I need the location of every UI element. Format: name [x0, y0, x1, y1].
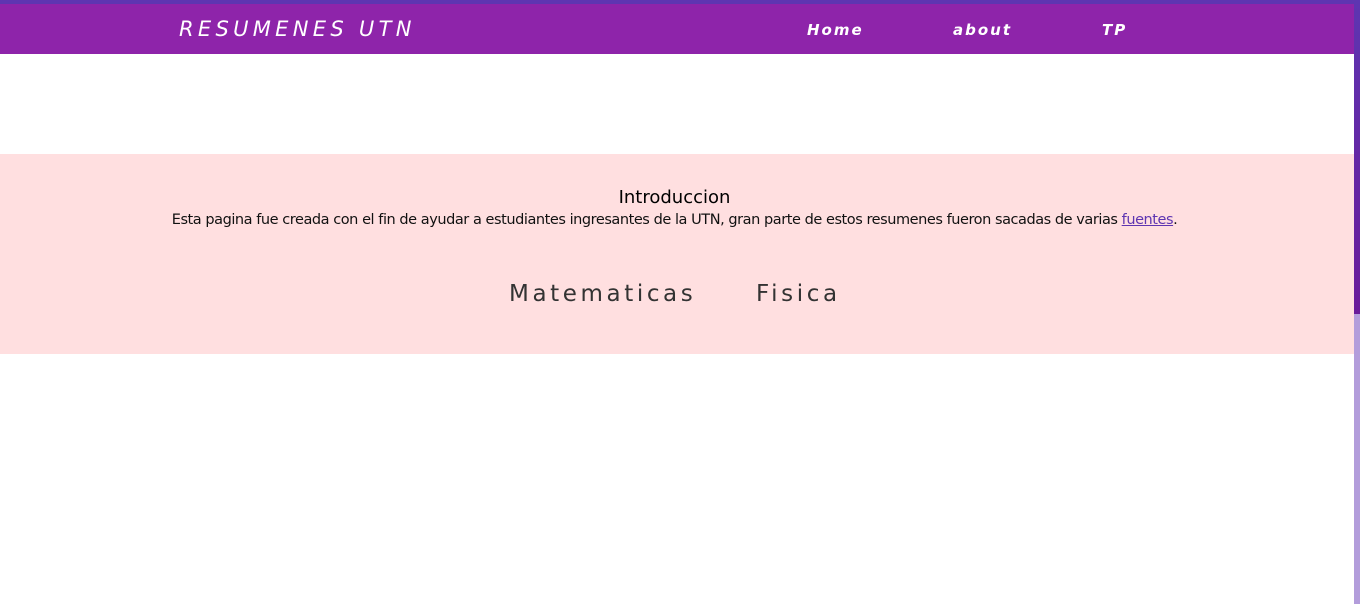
- nav-link-home[interactable]: Home: [807, 21, 864, 39]
- intro-text-before-link: Esta pagina fue creada con el fin de ayu…: [171, 212, 1122, 228]
- intro-section: Introduccion Esta pagina fue creada con …: [0, 154, 1354, 354]
- subject-link-fisica[interactable]: Fisica: [756, 280, 841, 308]
- brand-logo-link[interactable]: RESUMENES UTN: [179, 17, 416, 41]
- page: RESUMENES UTN Home about TP Introduccion…: [0, 0, 1360, 604]
- intro-text-after-link: .: [1173, 212, 1178, 228]
- intro-title: Introduccion: [618, 187, 731, 208]
- scrollbar-thumb[interactable]: [1354, 4, 1360, 314]
- nav-link-about[interactable]: about: [953, 21, 1012, 39]
- intro-paragraph: Esta pagina fue creada con el fin de ayu…: [0, 210, 1349, 230]
- navbar: RESUMENES UTN Home about TP: [0, 4, 1354, 54]
- subject-link-matematicas[interactable]: Matematicas: [509, 280, 696, 308]
- scrollbar-track-lower: [1354, 314, 1360, 604]
- nav-link-tp[interactable]: TP: [1102, 21, 1127, 39]
- sources-link[interactable]: fuentes: [1122, 212, 1174, 228]
- scrollbar[interactable]: [1354, 4, 1360, 604]
